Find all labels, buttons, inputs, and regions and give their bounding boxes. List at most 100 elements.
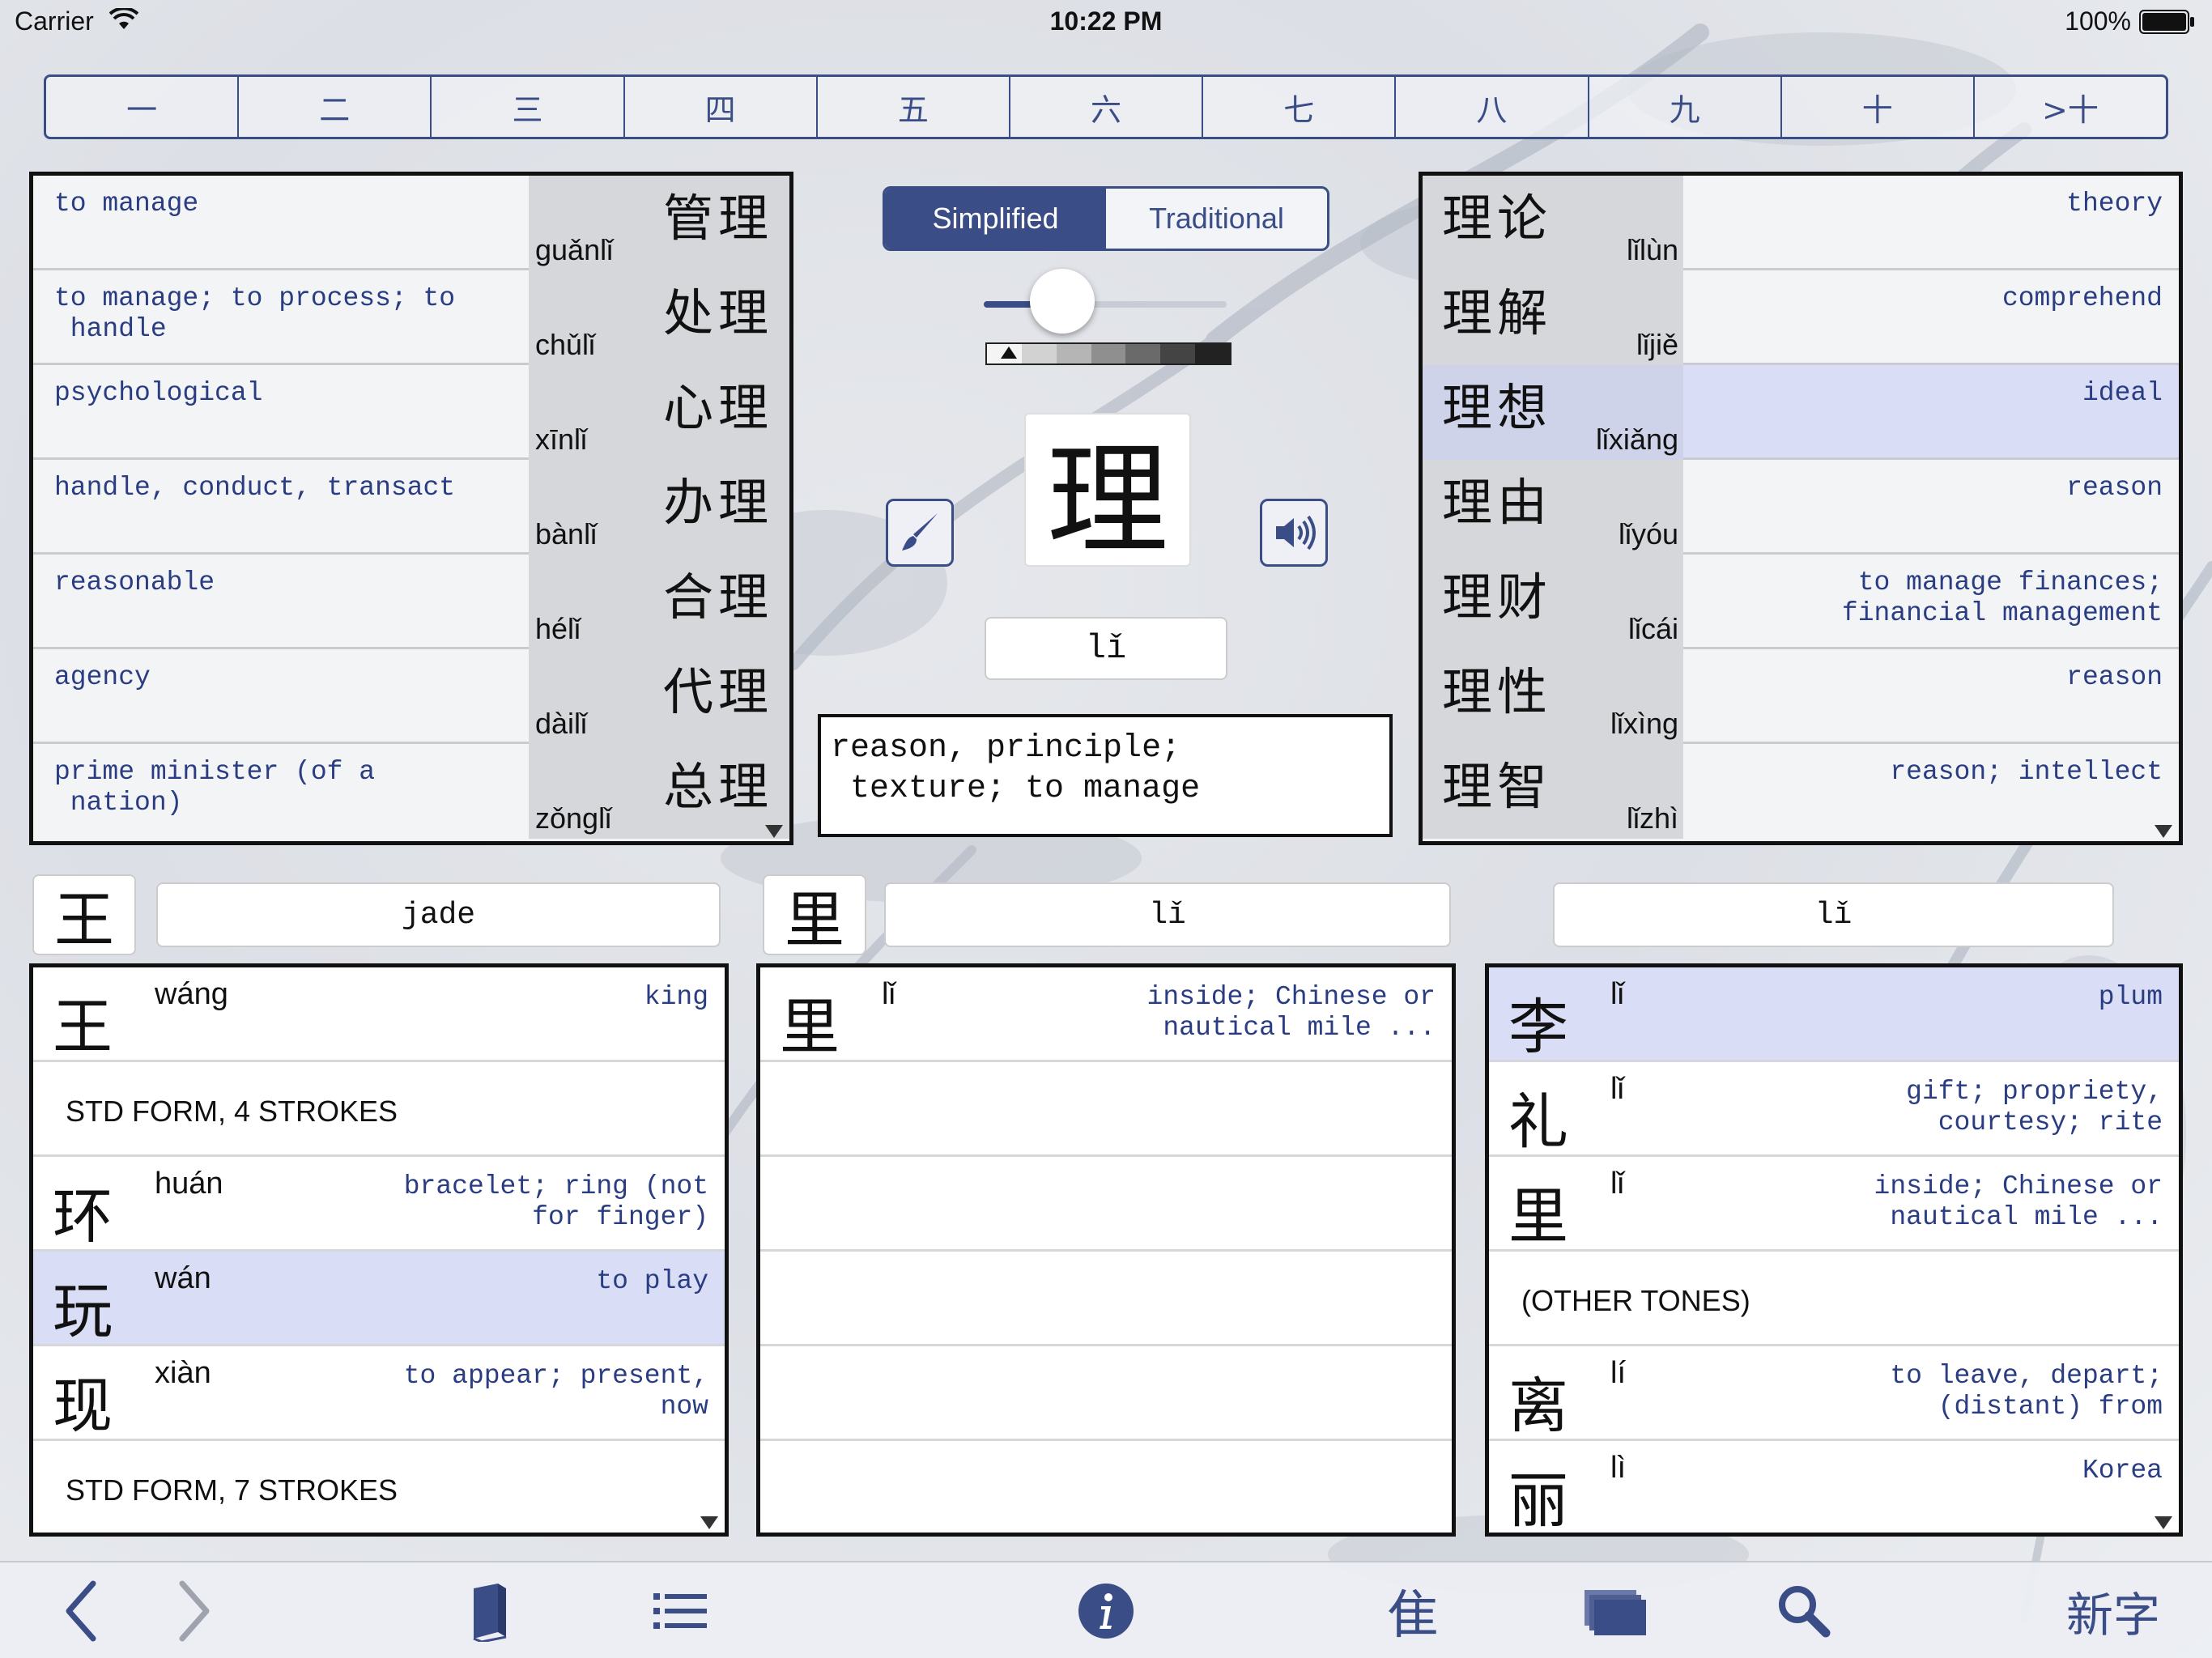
word-pinyin: lǐxìng: [1610, 707, 1678, 740]
word-definition: handle, conduct, transact: [54, 473, 456, 503]
level-tab-1[interactable]: 一: [46, 77, 240, 137]
simplified-segment[interactable]: Simplified: [885, 189, 1106, 249]
list-item[interactable]: 现 xiàn to appear; present, now: [33, 1346, 725, 1441]
word-definition: reasonable: [54, 568, 215, 597]
component-2-character[interactable]: 里: [763, 874, 866, 955]
list-item[interactable]: 离 lí to leave, depart; (distant) from: [1489, 1346, 2179, 1441]
word-pinyin: lǐzhì: [1626, 801, 1678, 835]
word-row[interactable]: 理解 lǐjiě comprehend: [1423, 270, 2179, 365]
search-button[interactable]: [1763, 1574, 1844, 1648]
level-tab-2[interactable]: 二: [239, 77, 432, 137]
level-tab-5[interactable]: 五: [818, 77, 1010, 137]
list-item-selected[interactable]: 李 lǐ plum: [1489, 967, 2179, 1062]
empty-row: [760, 1346, 1452, 1441]
traditional-segment[interactable]: Traditional: [1106, 189, 1327, 249]
list-item[interactable]: 王 wáng king: [33, 967, 725, 1062]
dictionary-button[interactable]: [449, 1574, 530, 1648]
list-item[interactable]: 里 lǐ inside; Chinese or nautical mile ...: [760, 967, 1452, 1062]
back-button[interactable]: [49, 1574, 113, 1648]
new-characters-button[interactable]: 新字: [2040, 1574, 2186, 1648]
pronounce-button[interactable]: [1260, 499, 1328, 567]
main-pinyin: lǐ: [985, 617, 1227, 680]
info-button[interactable]: [1066, 1574, 1146, 1648]
word-row[interactable]: handle, conduct, transact 办理 bànlǐ: [33, 460, 789, 555]
level-tab-6[interactable]: 六: [1010, 77, 1204, 137]
word-row[interactable]: reasonable 合理 hélǐ: [33, 555, 789, 649]
char-definition-cont: for finger): [532, 1202, 708, 1232]
word-list-button[interactable]: [640, 1574, 721, 1648]
char-hanzi: 礼: [1508, 1087, 1568, 1157]
component-1-meaning: jade: [156, 882, 721, 947]
component-1-character[interactable]: 王: [32, 874, 136, 955]
radical-index-button[interactable]: ⾫: [1368, 1574, 1457, 1648]
clock: 10:22 PM: [1049, 6, 1163, 36]
char-definition: gift; propriety,: [1906, 1077, 2163, 1107]
level-tab-10[interactable]: 十: [1782, 77, 1975, 137]
level-tab-9[interactable]: 九: [1589, 77, 1782, 137]
char-pinyin: lǐ: [1610, 1167, 1624, 1201]
word-hanzi: 管理: [662, 189, 773, 248]
word-row[interactable]: agency 代理 dàilǐ: [33, 649, 789, 744]
level-tab-3[interactable]: 三: [432, 77, 625, 137]
char-definition-cont: now: [660, 1392, 708, 1422]
list-item-selected[interactable]: 玩 wán to play: [33, 1252, 725, 1346]
char-hanzi: 玩: [53, 1277, 113, 1346]
word-hanzi: 合理: [662, 568, 773, 627]
char-definition: to play: [596, 1266, 708, 1296]
list-item[interactable]: 里 lǐ inside; Chinese or nautical mile ...: [1489, 1157, 2179, 1252]
list-item[interactable]: 礼 lǐ gift; propriety, courtesy; rite: [1489, 1062, 2179, 1157]
size-slider-thumb[interactable]: [1030, 269, 1095, 334]
word-definition: comprehend: [2001, 283, 2163, 313]
scroll-down-indicator-icon[interactable]: [2155, 825, 2172, 838]
flashcards-button[interactable]: [1571, 1574, 1660, 1648]
word-row[interactable]: 理性 lǐxìng reason: [1423, 649, 2179, 744]
list-item[interactable]: 环 huán bracelet; ring (not for finger): [33, 1157, 725, 1252]
sound-pinyin: lǐ: [1553, 882, 2114, 947]
char-pinyin: xiàn: [155, 1356, 211, 1390]
word-row-selected[interactable]: 理想 lǐxiǎng ideal: [1423, 365, 2179, 460]
char-definition: to leave, depart;: [1890, 1361, 2163, 1391]
word-pinyin: bànlǐ: [535, 517, 598, 551]
speaker-icon: [1276, 515, 1316, 551]
word-row[interactable]: to manage 管理 guǎnlǐ: [33, 176, 789, 270]
char-hanzi: 里: [780, 993, 840, 1062]
list-icon: [653, 1593, 707, 1629]
word-pinyin: lǐxiǎng: [1595, 423, 1678, 456]
grayscale-bar[interactable]: [985, 342, 1231, 365]
char-definition: bracelet; ring (not: [403, 1171, 708, 1201]
word-hanzi: 代理: [662, 662, 773, 721]
level-tab-4[interactable]: 四: [625, 77, 818, 137]
char-definition-cont: (distant) from: [1938, 1392, 2163, 1422]
word-hanzi: 理想: [1442, 378, 1553, 437]
forward-button[interactable]: [162, 1574, 227, 1648]
char-pinyin: lì: [1610, 1451, 1626, 1485]
scroll-down-indicator-icon[interactable]: [765, 825, 783, 838]
word-pinyin: hélǐ: [535, 612, 581, 645]
word-pinyin: dàilǐ: [535, 707, 588, 740]
word-definition: reason: [2066, 473, 2163, 503]
word-row[interactable]: 理论 lǐlùn theory: [1423, 176, 2179, 270]
list-item[interactable]: 丽 lì Korea: [1489, 1441, 2179, 1533]
level-tab-8[interactable]: 八: [1396, 77, 1589, 137]
word-definition: to manage finances;: [1857, 568, 2163, 597]
battery-icon: [2139, 10, 2194, 34]
char-pinyin: wáng: [155, 977, 228, 1011]
word-row[interactable]: 理由 lǐyóu reason: [1423, 460, 2179, 555]
level-tab-7[interactable]: 七: [1203, 77, 1397, 137]
scroll-down-indicator-icon[interactable]: [2155, 1516, 2172, 1529]
level-tab-above-10[interactable]: >十: [1975, 77, 2166, 137]
cards-icon: [1585, 1590, 1646, 1635]
stroke-order-button[interactable]: [886, 499, 954, 567]
word-hanzi: 理性: [1442, 662, 1553, 721]
char-hanzi: 现: [53, 1371, 113, 1441]
word-row[interactable]: psychological 心理 xīnlǐ: [33, 365, 789, 460]
section-label: STD FORM, 4 STROKES: [66, 1095, 398, 1128]
word-hanzi: 理智: [1442, 757, 1553, 816]
word-row[interactable]: prime minister (of a nation) 总理 zǒnglǐ: [33, 744, 789, 839]
word-pinyin: lǐyóu: [1618, 517, 1678, 551]
word-hanzi: 办理: [662, 473, 773, 532]
word-row[interactable]: 理智 lǐzhì reason; intellect: [1423, 744, 2179, 839]
word-row[interactable]: 理财 lǐcái to manage finances; financial man…: [1423, 555, 2179, 649]
word-row[interactable]: to manage; to process; to handle 处理 chǔlǐ: [33, 270, 789, 365]
scroll-down-indicator-icon[interactable]: [700, 1516, 718, 1529]
